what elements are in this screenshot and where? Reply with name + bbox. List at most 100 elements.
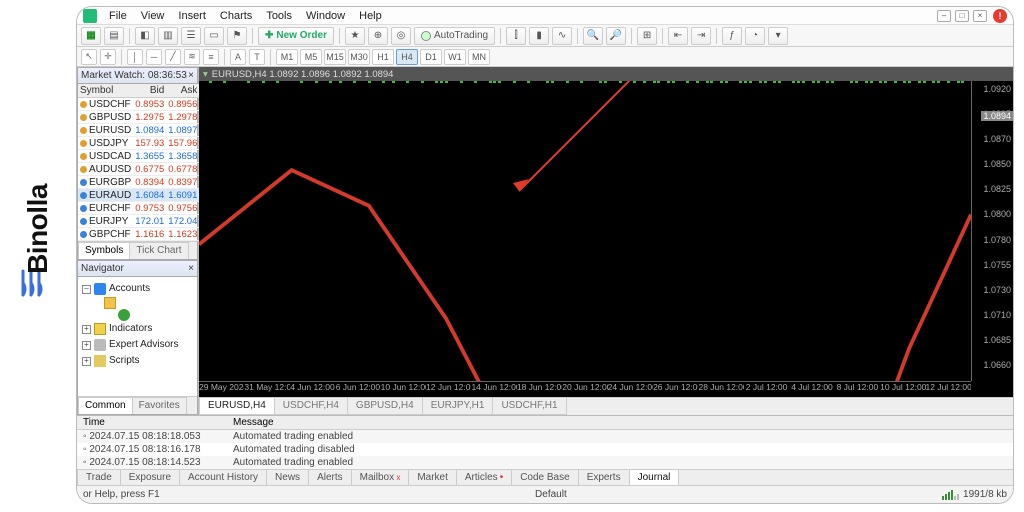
market-watch-close-icon[interactable]: × xyxy=(188,70,194,81)
symbol-row-audusd[interactable]: AUDUSD0.67750.6778 xyxy=(78,163,199,176)
journal-row[interactable]: ◦ 2024.07.15 08:18:14.523Automated tradi… xyxy=(77,456,1013,469)
timeframe-h1[interactable]: H1 xyxy=(372,49,394,65)
symbol-row-usdcad[interactable]: USDCAD1.36551.3658 xyxy=(78,150,199,163)
menu-help[interactable]: Help xyxy=(353,9,388,23)
symbol-row-gbpusd[interactable]: GBPUSD1.29751.2978 xyxy=(78,111,199,124)
strategy-tester-toggle[interactable]: ⚑ xyxy=(227,27,247,45)
nav-tab-favorites[interactable]: Favorites xyxy=(132,397,187,414)
timeframe-m15[interactable]: M15 xyxy=(324,49,346,65)
terminal-tab-experts[interactable]: Experts xyxy=(578,470,630,486)
shift-end-button[interactable]: ⇤ xyxy=(668,27,688,45)
text-tool[interactable]: A xyxy=(230,49,246,65)
menu-tools[interactable]: Tools xyxy=(260,9,298,23)
timeframe-w1[interactable]: W1 xyxy=(444,49,466,65)
nav-accounts[interactable]: –Accounts xyxy=(82,281,193,297)
timeframe-m30[interactable]: M30 xyxy=(348,49,370,65)
periods-button[interactable]: ◔ xyxy=(745,27,765,45)
data-window-toggle[interactable]: ▥ xyxy=(158,27,178,45)
journal-row[interactable]: ◦ 2024.07.15 08:18:18.053Automated tradi… xyxy=(77,430,1013,444)
symbol-row-eurusd[interactable]: EURUSD1.08941.0897 xyxy=(78,124,199,137)
equidistant-tool[interactable]: ≋ xyxy=(184,49,200,65)
cursor-tool[interactable]: ↖ xyxy=(81,49,97,65)
nav-experts[interactable]: +Expert Advisors xyxy=(82,337,193,353)
mw-tab-tickchart[interactable]: Tick Chart xyxy=(129,242,188,259)
chart-tab[interactable]: USDCHF,H1 xyxy=(492,398,566,415)
new-chart-button[interactable]: ▦ xyxy=(81,27,101,45)
signal-bars-icon xyxy=(942,490,959,500)
navigator-close-icon[interactable]: × xyxy=(188,263,194,274)
tile-windows-button[interactable]: ⊞ xyxy=(637,27,657,45)
chart-tab[interactable]: EURJPY,H1 xyxy=(422,398,494,415)
vps-button[interactable]: ⊕ xyxy=(368,27,388,45)
timeframe-m5[interactable]: M5 xyxy=(300,49,322,65)
notification-badge[interactable]: ! xyxy=(993,9,1007,23)
terminal-tab-news[interactable]: News xyxy=(266,470,309,486)
timeframe-m1[interactable]: M1 xyxy=(276,49,298,65)
mw-tab-symbols[interactable]: Symbols xyxy=(78,242,130,259)
candle-chart-button[interactable]: ▮ xyxy=(529,27,549,45)
chart-tab[interactable]: EURUSD,H4 xyxy=(199,398,275,415)
metaquotes-button[interactable]: ★ xyxy=(345,27,365,45)
symbol-row-usdchf[interactable]: USDCHF0.89530.8956 xyxy=(78,98,199,111)
minimize-button[interactable]: – xyxy=(937,10,951,22)
crosshair-tool[interactable]: ✛ xyxy=(100,49,116,65)
chart-tab[interactable]: USDCHF,H4 xyxy=(274,398,348,415)
nav-tab-common[interactable]: Common xyxy=(78,397,133,414)
terminal-tab-mailbox[interactable]: Mailbox xyxy=(351,470,410,486)
symbol-row-eurchf[interactable]: EURCHF0.97530.9756 xyxy=(78,202,199,215)
auto-trading-button[interactable]: AutoTrading xyxy=(414,27,495,45)
close-button[interactable]: × xyxy=(973,10,987,22)
line-chart-button[interactable]: ∿ xyxy=(552,27,572,45)
indicators-button[interactable]: ƒ xyxy=(722,27,742,45)
symbol-row-gbpchf[interactable]: GBPCHF1.16161.1623 xyxy=(78,228,199,241)
terminal-tab-code-base[interactable]: Code Base xyxy=(511,470,578,486)
vline-tool[interactable]: │ xyxy=(127,49,143,65)
symbol-row-eurgbp[interactable]: EURGBP0.83940.8397 xyxy=(78,176,199,189)
menu-window[interactable]: Window xyxy=(300,9,351,23)
chart-tab[interactable]: GBPUSD,H4 xyxy=(347,398,423,415)
nav-account-item[interactable] xyxy=(82,297,193,309)
connection-status[interactable]: 1991/8 kb xyxy=(942,489,1007,500)
timeframe-mn[interactable]: MN xyxy=(468,49,490,65)
signals-button[interactable]: ◎ xyxy=(391,27,411,45)
menu-charts[interactable]: Charts xyxy=(214,9,258,23)
market-watch-toggle[interactable]: ◧ xyxy=(135,27,155,45)
journal-row[interactable]: ◦ 2024.07.15 08:18:16.178Automated tradi… xyxy=(77,443,1013,456)
terminal-tab-account-history[interactable]: Account History xyxy=(179,470,267,486)
chart-area[interactable]: 1.09201.08951.08701.08501.08251.08001.07… xyxy=(199,81,1013,397)
zoom-out-button[interactable]: 🔎 xyxy=(606,27,626,45)
profiles-button[interactable]: ▤ xyxy=(104,27,124,45)
maximize-button[interactable]: □ xyxy=(955,10,969,22)
menu-file[interactable]: File xyxy=(103,9,133,23)
timeframe-d1[interactable]: D1 xyxy=(420,49,442,65)
menu-view[interactable]: View xyxy=(135,9,171,23)
nav-account-user[interactable] xyxy=(82,309,193,321)
symbol-row-usdjpy[interactable]: USDJPY157.93157.96 xyxy=(78,137,199,150)
fibo-tool[interactable]: ≡ xyxy=(203,49,219,65)
zoom-in-button[interactable]: 🔍 xyxy=(583,27,603,45)
symbol-row-euraud[interactable]: EURAUD1.60841.6091 xyxy=(78,189,199,202)
terminal-tab-trade[interactable]: Trade xyxy=(77,470,121,486)
auto-scroll-button[interactable]: ⇥ xyxy=(691,27,711,45)
terminal-tab-alerts[interactable]: Alerts xyxy=(308,470,352,486)
terminal-tab-exposure[interactable]: Exposure xyxy=(120,470,180,486)
nav-scripts[interactable]: +Scripts xyxy=(82,353,193,369)
symbol-row-eurjpy[interactable]: EURJPY172.01172.04 xyxy=(78,215,199,228)
market-watch-title: Market Watch: 08:36:53 xyxy=(81,70,187,81)
menu-insert[interactable]: Insert xyxy=(172,9,212,23)
terminal-toggle[interactable]: ▭ xyxy=(204,27,224,45)
chart-dropdown-icon[interactable]: ▾ xyxy=(203,69,208,80)
timeframe-h4[interactable]: H4 xyxy=(396,49,418,65)
nav-indicators[interactable]: +Indicators xyxy=(82,321,193,337)
new-order-button[interactable]: ✚New Order xyxy=(258,27,334,45)
hline-tool[interactable]: ─ xyxy=(146,49,162,65)
navigator-toggle[interactable]: ☰ xyxy=(181,27,201,45)
bar-chart-button[interactable]: ⫿ xyxy=(506,27,526,45)
status-help: or Help, press F1 xyxy=(83,489,160,500)
trendline-tool[interactable]: ╱ xyxy=(165,49,181,65)
terminal-tab-articles[interactable]: Articles xyxy=(456,470,512,486)
templates-button[interactable]: ▾ xyxy=(768,27,788,45)
terminal-tab-journal[interactable]: Journal xyxy=(629,470,680,486)
terminal-tab-market[interactable]: Market xyxy=(408,470,457,486)
label-tool[interactable]: T xyxy=(249,49,265,65)
